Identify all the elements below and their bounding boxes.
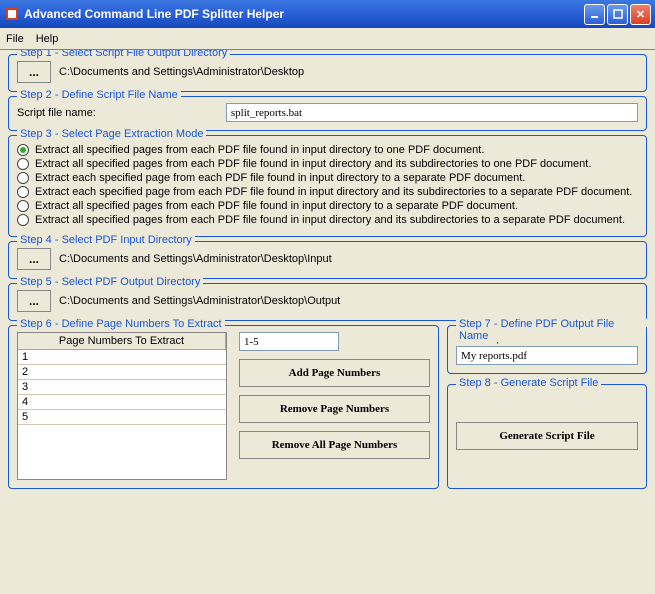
list-item[interactable]: 4: [18, 395, 226, 410]
extraction-mode-label: Extract each specified page from each PD…: [35, 172, 525, 184]
maximize-button[interactable]: [607, 4, 628, 25]
step2-group: Step 2 - Define Script File Name Script …: [8, 96, 647, 131]
window-title: Advanced Command Line PDF Splitter Helpe…: [24, 7, 584, 21]
list-item[interactable]: 2: [18, 365, 226, 380]
step2-legend: Step 2 - Define Script File Name: [17, 89, 181, 101]
step2-label: Script file name:: [17, 107, 96, 119]
step5-legend: Step 5 - Select PDF Output Directory: [17, 276, 203, 288]
step3-group: Step 3 - Select Page Extraction Mode Ext…: [8, 135, 647, 237]
radio-icon: [17, 200, 29, 212]
step5-group: Step 5 - Select PDF Output Directory ...…: [8, 283, 647, 321]
radio-icon: [17, 186, 29, 198]
menubar: File Help: [0, 28, 655, 50]
step7-legend: Step 7 - Define PDF Output File Name: [456, 318, 646, 342]
titlebar: Advanced Command Line PDF Splitter Helpe…: [0, 0, 655, 28]
menu-help[interactable]: Help: [36, 33, 59, 45]
extraction-mode-label: Extract each specified page from each PD…: [35, 186, 632, 198]
step7-group: Step 7 - Define PDF Output File Name PDF…: [447, 325, 647, 374]
list-item[interactable]: 5: [18, 410, 226, 425]
window-controls: ✕: [584, 4, 651, 25]
extraction-mode-label: Extract all specified pages from each PD…: [35, 158, 591, 170]
extraction-mode-label: Extract all specified pages from each PD…: [35, 144, 484, 156]
extraction-mode-label: Extract all specified pages from each PD…: [35, 214, 625, 226]
extraction-mode-option-5[interactable]: Extract all specified pages from each PD…: [17, 214, 638, 226]
step8-legend: Step 8 - Generate Script File: [456, 377, 601, 389]
close-button[interactable]: ✕: [630, 4, 651, 25]
list-item[interactable]: 3: [18, 380, 226, 395]
menu-file[interactable]: File: [6, 33, 24, 45]
add-page-numbers-button[interactable]: Add Page Numbers: [239, 359, 430, 387]
extraction-mode-option-4[interactable]: Extract all specified pages from each PD…: [17, 200, 638, 212]
page-list-header: Page Numbers To Extract: [18, 333, 226, 350]
step4-path: C:\Documents and Settings\Administrator\…: [59, 253, 332, 265]
content-area: Step 1 - Select Script File Output Direc…: [0, 50, 655, 594]
step6-group: Step 6 - Define Page Numbers To Extract …: [8, 325, 439, 489]
extraction-mode-option-1[interactable]: Extract all specified pages from each PD…: [17, 158, 638, 170]
step5-browse-button[interactable]: ...: [17, 290, 51, 312]
step3-legend: Step 3 - Select Page Extraction Mode: [17, 128, 206, 140]
step1-browse-button[interactable]: ...: [17, 61, 51, 83]
app-icon: [4, 6, 20, 22]
step1-group: Step 1 - Select Script File Output Direc…: [8, 54, 647, 92]
extraction-mode-option-2[interactable]: Extract each specified page from each PD…: [17, 172, 638, 184]
step1-path: C:\Documents and Settings\Administrator\…: [59, 66, 304, 78]
extraction-mode-option-3[interactable]: Extract each specified page from each PD…: [17, 186, 638, 198]
step1-legend: Step 1 - Select Script File Output Direc…: [17, 50, 230, 59]
step4-legend: Step 4 - Select PDF Input Directory: [17, 234, 195, 246]
step4-browse-button[interactable]: ...: [17, 248, 51, 270]
output-filename-input[interactable]: [456, 346, 638, 365]
app-window: Advanced Command Line PDF Splitter Helpe…: [0, 0, 655, 594]
radio-icon: [17, 214, 29, 226]
page-range-input[interactable]: [239, 332, 339, 351]
step4-group: Step 4 - Select PDF Input Directory ... …: [8, 241, 647, 279]
extraction-mode-label: Extract all specified pages from each PD…: [35, 200, 518, 212]
script-name-input[interactable]: [226, 103, 638, 122]
page-numbers-list[interactable]: Page Numbers To Extract 12345: [17, 332, 227, 480]
radio-icon: [17, 172, 29, 184]
list-item[interactable]: 1: [18, 350, 226, 365]
step6-legend: Step 6 - Define Page Numbers To Extract: [17, 318, 225, 330]
extraction-mode-option-0[interactable]: Extract all specified pages from each PD…: [17, 144, 638, 156]
radio-icon: [17, 144, 29, 156]
minimize-button[interactable]: [584, 4, 605, 25]
remove-page-numbers-button[interactable]: Remove Page Numbers: [239, 395, 430, 423]
step8-group: Step 8 - Generate Script File Generate S…: [447, 384, 647, 489]
step5-path: C:\Documents and Settings\Administrator\…: [59, 295, 340, 307]
remove-all-page-numbers-button[interactable]: Remove All Page Numbers: [239, 431, 430, 459]
radio-icon: [17, 158, 29, 170]
generate-script-button[interactable]: Generate Script File: [456, 422, 638, 450]
